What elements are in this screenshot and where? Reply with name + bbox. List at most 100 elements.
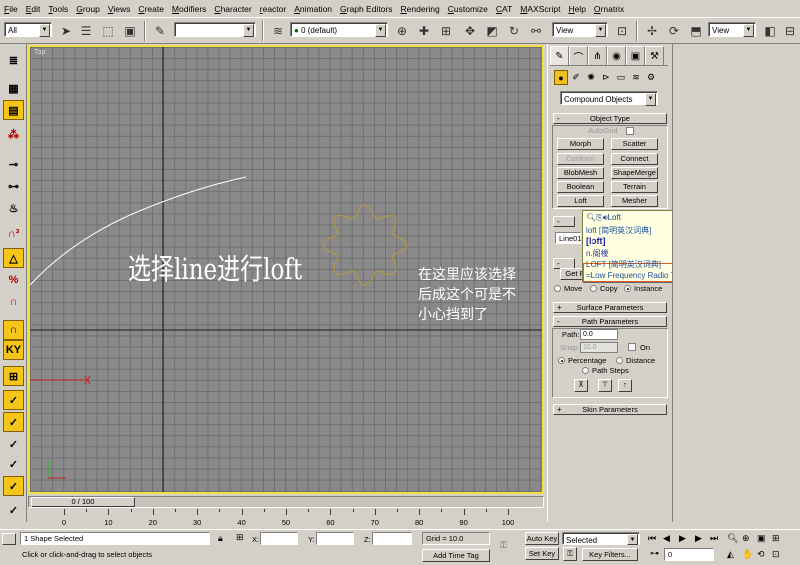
menu-customize[interactable]: Customize (448, 4, 488, 14)
menu-character[interactable]: Character (214, 4, 251, 14)
shapes-tab-icon[interactable]: ▤ (3, 100, 24, 120)
terrain-button[interactable]: Terrain (611, 181, 658, 193)
copy-radio[interactable] (590, 285, 597, 292)
zoom-icon[interactable]: 🔍︎ (727, 533, 738, 544)
track-bar[interactable]: 0 10 20 30 40 50 60 70 80 90 100 (28, 509, 544, 529)
shapemerge-button[interactable]: ShapeMerge (611, 167, 658, 179)
reference-coord-dropdown-2[interactable]: View ▼ (708, 22, 756, 37)
helpers-icon[interactable]: ▭ (614, 70, 628, 85)
reference-coord-dropdown[interactable]: View ▼ (552, 22, 608, 37)
lock-icon[interactable]: 🔒︎ (218, 533, 223, 544)
object-type-rollout[interactable]: - Object Type (553, 113, 667, 124)
scatter-button[interactable]: Scatter (611, 138, 658, 150)
menu-modifiers[interactable]: Modifiers (172, 4, 207, 14)
menu-views[interactable]: Views (108, 4, 131, 14)
menu-file[interactable]: File (4, 4, 18, 14)
star-shape[interactable] (322, 204, 408, 286)
grid-snap-icon[interactable]: ⊞ (3, 366, 24, 386)
instance-radio[interactable] (624, 285, 631, 292)
connect-button[interactable]: Connect (611, 153, 658, 165)
time-slider[interactable]: 0 / 100 (28, 496, 544, 508)
menu-tools[interactable]: Tools (48, 4, 68, 14)
scale-icon[interactable]: ◩ (482, 21, 502, 41)
top-viewport[interactable]: Top 选择line进行loft 在这里应该选择 后成这个可是不 小心挡到了 (28, 45, 544, 494)
endpoint-snap-icon[interactable]: ✓ (3, 412, 24, 432)
menu-reactor[interactable]: reactor (260, 4, 286, 14)
distance-radio[interactable] (616, 357, 623, 364)
shapes-icon[interactable]: ✐ (569, 70, 583, 85)
menu-animation[interactable]: Animation (294, 4, 332, 14)
key-mode-dropdown[interactable]: Selected ▼ (562, 532, 640, 545)
vertex-snap-icon[interactable]: ✓ (3, 390, 24, 410)
morph-button[interactable]: Morph (557, 138, 604, 150)
named-selection-icon[interactable]: ✎ (150, 21, 170, 41)
next-shape-icon[interactable]: ↑ (618, 379, 632, 392)
pick-shape-icon[interactable]: ⊼ (574, 379, 588, 392)
zoom-extents-all-icon[interactable]: ⊞ (772, 533, 780, 544)
utilities-tab-icon[interactable]: ⚒ (645, 46, 664, 65)
snap-spinner[interactable]: 10.0 (580, 342, 618, 353)
objects-tab-icon[interactable]: ▦ (3, 78, 24, 98)
key-mode-toggle-icon[interactable]: ⊶ (650, 548, 659, 559)
max-listener-icon[interactable] (2, 533, 16, 545)
dictionary-line4[interactable]: LOFT [简明英汉词典] (586, 259, 661, 270)
spacewarps-icon[interactable]: ≋ (629, 70, 643, 85)
goto-end-icon[interactable]: ⏭ (710, 533, 718, 544)
add-to-layer-icon[interactable]: ✚ (414, 21, 434, 41)
pivot-snap-icon[interactable]: ✓ (3, 500, 24, 520)
previous-shape-icon[interactable]: ⊤ (598, 379, 612, 392)
absolute-mode-icon[interactable]: ⊞ (236, 532, 244, 543)
menu-group[interactable]: Group (76, 4, 100, 14)
menu-maxscript[interactable]: MAXScript (520, 4, 560, 14)
current-frame-field[interactable]: 0 (664, 548, 714, 561)
rotate-transform-icon[interactable]: ⟳ (664, 21, 684, 41)
layer-manager-icon[interactable]: ≋ (268, 21, 288, 41)
create-tab-icon[interactable]: ✎ (550, 46, 569, 65)
menu-help[interactable]: Help (568, 4, 585, 14)
path-parameters-rollout[interactable]: - Path Parameters (553, 316, 667, 327)
path-spinner[interactable]: 0.0 (580, 329, 618, 340)
helpers-tab-icon[interactable]: ♨ (3, 198, 24, 218)
rotate-icon[interactable]: ↻ (504, 21, 524, 41)
select-layer-icon[interactable]: ⊞ (436, 21, 456, 41)
geometry-icon[interactable]: ● (554, 70, 568, 85)
menu-create[interactable]: Create (138, 4, 164, 14)
zoom-all-icon[interactable]: ⊕ (742, 533, 750, 544)
spinner-snap-icon[interactable]: ∩ (3, 292, 24, 312)
link-icon[interactable]: ⚯ (526, 21, 546, 41)
snap-key-icon[interactable]: KY (3, 340, 24, 360)
x-coordinate-field[interactable] (260, 532, 298, 545)
dictionary-line1[interactable]: loft [简明英汉词典] (586, 225, 651, 236)
hierarchy-tab-icon[interactable]: ⋔ (588, 46, 607, 65)
object-name-field[interactable]: Line01 (555, 232, 582, 244)
select-object-icon[interactable]: ➤ (56, 21, 76, 41)
move-radio[interactable] (554, 285, 561, 292)
percentage-radio[interactable] (558, 357, 565, 364)
modify-tab-icon[interactable]: ⌒ (569, 46, 588, 65)
move-icon[interactable]: ✥ (460, 21, 480, 41)
conform-button[interactable]: Conform (557, 153, 604, 165)
cameras-icon[interactable]: ⊳ (599, 70, 613, 85)
menu-ornatrix[interactable]: Ornatrix (594, 4, 624, 14)
percent-snap-icon[interactable]: % (3, 270, 24, 290)
rect-selection-icon[interactable]: ⬚ (98, 21, 118, 41)
edge-snap-icon[interactable]: ✓ (3, 454, 24, 474)
surface-parameters-rollout[interactable]: + Surface Parameters (553, 302, 667, 313)
align-icon[interactable]: ⊟ (780, 21, 800, 41)
mirror-icon[interactable]: ◧ (760, 21, 780, 41)
play-icon[interactable]: ▶ (679, 533, 686, 544)
previous-frame-icon[interactable]: ◀ (663, 533, 670, 544)
layer-dropdown[interactable]: ● 0 (default) ▼ (290, 22, 388, 37)
selection-filter-dropdown[interactable]: All ▼ (4, 22, 52, 37)
angle-snap-icon[interactable]: △ (3, 248, 24, 268)
mesher-button[interactable]: Mesher (611, 195, 658, 207)
magnifier-icon[interactable]: 🔍︎ (586, 213, 596, 222)
maximize-viewport-icon[interactable]: ⊡ (772, 549, 780, 560)
pivot-icon[interactable]: ⊡ (612, 21, 632, 41)
y-coordinate-field[interactable] (316, 532, 354, 545)
window-crossing-icon[interactable]: ▣ (120, 21, 140, 41)
systems-icon[interactable]: ⚙ (644, 70, 658, 85)
autogrid-checkbox[interactable] (626, 127, 634, 135)
snap-on-checkbox[interactable] (628, 343, 636, 351)
blobmesh-button[interactable]: BlobMesh (557, 167, 604, 179)
